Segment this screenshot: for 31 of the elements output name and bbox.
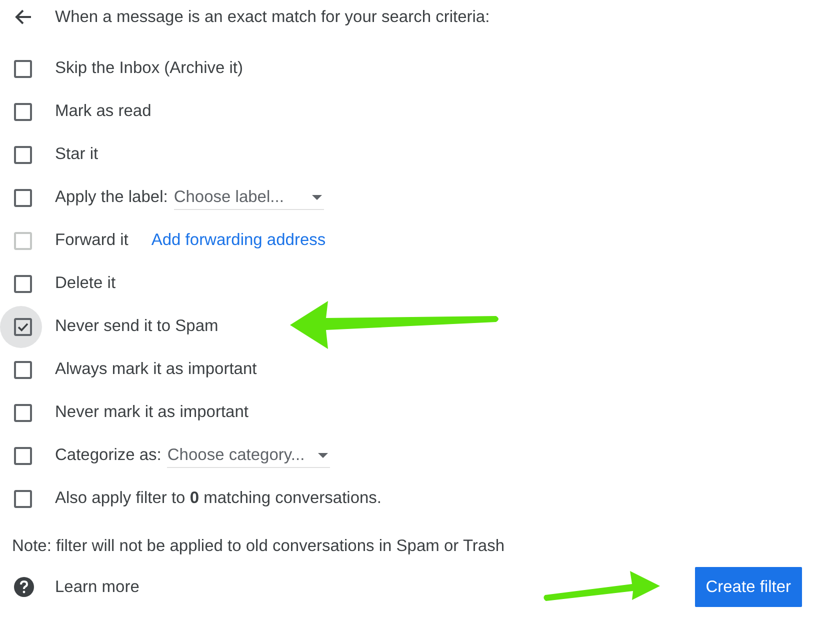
checkbox[interactable] <box>14 60 32 78</box>
option-label: Also apply filter to 0 matching conversations. <box>55 488 382 510</box>
option-label: Categorize as: <box>55 445 162 466</box>
option-label: Star it <box>55 144 98 166</box>
option-label: Forward it <box>55 230 128 252</box>
dropdown[interactable]: Choose category... <box>167 442 330 468</box>
checkbox[interactable] <box>14 146 32 164</box>
checkbox[interactable] <box>14 404 32 422</box>
learn-more-link[interactable]: Learn more <box>55 574 140 600</box>
header-text: When a message is an exact match for your search criteria: <box>55 6 490 28</box>
option-label: Always mark it as important <box>55 359 257 380</box>
checkbox[interactable] <box>14 318 32 336</box>
create-filter-button[interactable]: Create filter <box>694 567 802 607</box>
checkbox[interactable] <box>14 446 32 464</box>
checkbox[interactable] <box>14 274 32 292</box>
option-label: Delete it <box>55 273 116 294</box>
option-label: Apply the label: <box>55 187 168 208</box>
dropdown[interactable]: Choose label... <box>174 184 324 210</box>
option-label: Mark as read <box>55 101 152 122</box>
checkbox[interactable] <box>14 102 32 120</box>
checkbox[interactable] <box>14 188 32 206</box>
caret-icon <box>312 194 322 200</box>
back-arrow-icon[interactable] <box>14 9 32 25</box>
checkbox[interactable] <box>14 490 32 508</box>
option-label: Never send it to Spam <box>55 316 218 338</box>
option-label: Never mark it as important <box>55 402 248 424</box>
option-label: Skip the Inbox (Archive it) <box>55 58 243 80</box>
checkbox[interactable] <box>14 360 32 378</box>
caret-icon <box>318 452 328 458</box>
note-text: Note: filter will not be applied to old conversations in Spam or Trash <box>12 536 506 557</box>
help-icon <box>14 577 34 597</box>
